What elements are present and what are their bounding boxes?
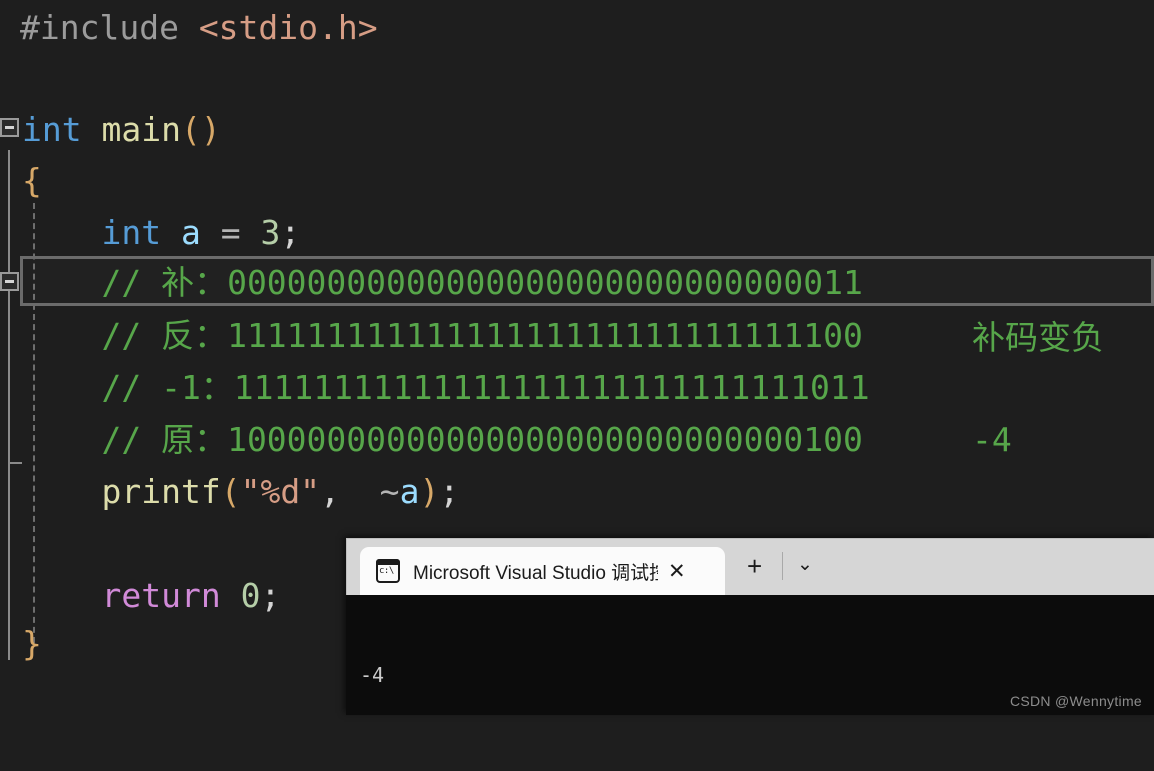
code-line-content: // -1：11111111111111111111111111111011 [22, 362, 870, 413]
code-line[interactable]: printf("%d", ~a); [0, 466, 1154, 517]
code-line[interactable]: { [0, 155, 1154, 206]
code-line[interactable]: // 补：00000000000000000000000000000011 [0, 257, 1154, 308]
code-line-content: int main() [22, 104, 221, 155]
code-token: // -1：11111111111111111111111111111011 [22, 368, 870, 407]
code-line-content: #include <stdio.h> [20, 2, 378, 53]
code-line[interactable] [0, 53, 1154, 104]
code-line[interactable]: int a = 3; [0, 207, 1154, 258]
code-line-content: } [22, 618, 42, 669]
code-token: main [101, 110, 181, 149]
annotation-complement-negative: 补码变负 [972, 318, 1104, 357]
code-token: = [220, 213, 261, 252]
close-icon[interactable]: ✕ [668, 561, 686, 582]
code-line-content: // 补：00000000000000000000000000000011 [22, 257, 863, 308]
chevron-down-icon[interactable]: ⌄ [790, 553, 820, 576]
code-token: ; [280, 213, 301, 252]
code-token: <stdio.h> [198, 8, 378, 47]
code-token: 3 [260, 213, 281, 252]
console-tab-title: Microsoft Visual Studio 调试控 [413, 562, 658, 584]
code-token: // 补：00000000000000000000000000000011 [22, 263, 863, 302]
console-tab-active[interactable]: Microsoft Visual Studio 调试控 ✕ [360, 547, 725, 595]
code-token: #include [20, 8, 199, 47]
code-token: ; [260, 576, 281, 615]
code-line-content: return 0; [22, 570, 280, 621]
code-line[interactable]: // -1：11111111111111111111111111111011 [0, 362, 1154, 413]
console-tab-bar[interactable]: Microsoft Visual Studio 调试控 ✕ + ⌄ [346, 538, 1154, 595]
code-token: printf [101, 472, 221, 511]
terminal-icon [376, 559, 400, 583]
code-token: , [320, 472, 360, 511]
code-token: return [101, 576, 241, 615]
code-token: ~ [359, 472, 400, 511]
code-line[interactable]: int main() [0, 104, 1154, 155]
code-token: // 反：11111111111111111111111111111100 [22, 316, 863, 355]
code-line-content: int a = 3; [22, 207, 300, 258]
code-token: a [399, 472, 420, 511]
code-token: int [22, 110, 102, 149]
console-output-line: -4 [360, 663, 385, 687]
code-token: // 原：10000000000000000000000000000100 [22, 420, 863, 459]
code-token: int [101, 213, 181, 252]
code-line-content: // 反：11111111111111111111111111111100 [22, 310, 863, 361]
code-token: ) [419, 472, 440, 511]
code-line-content: { [22, 155, 42, 206]
watermark: CSDN @Wennytime [1009, 693, 1142, 709]
code-token: } [22, 624, 42, 663]
code-token: a [180, 213, 221, 252]
code-token: 0 [240, 576, 261, 615]
tab-bar-divider [782, 552, 783, 580]
console-window[interactable]: Microsoft Visual Studio 调试控 ✕ + ⌄ -4 E:\… [346, 538, 1154, 715]
code-line-content: printf("%d", ~a); [22, 466, 459, 517]
code-token: { [22, 161, 42, 200]
code-token: "%d" [240, 472, 321, 511]
code-token: ( [220, 472, 241, 511]
code-line-content: // 原：10000000000000000000000000000100 [22, 414, 863, 465]
code-token: () [180, 110, 221, 149]
code-line[interactable]: #include <stdio.h> [0, 2, 1154, 53]
code-token: ; [439, 472, 460, 511]
annotation-result-value: -4 [972, 420, 1012, 459]
new-tab-icon[interactable]: + [747, 553, 762, 579]
